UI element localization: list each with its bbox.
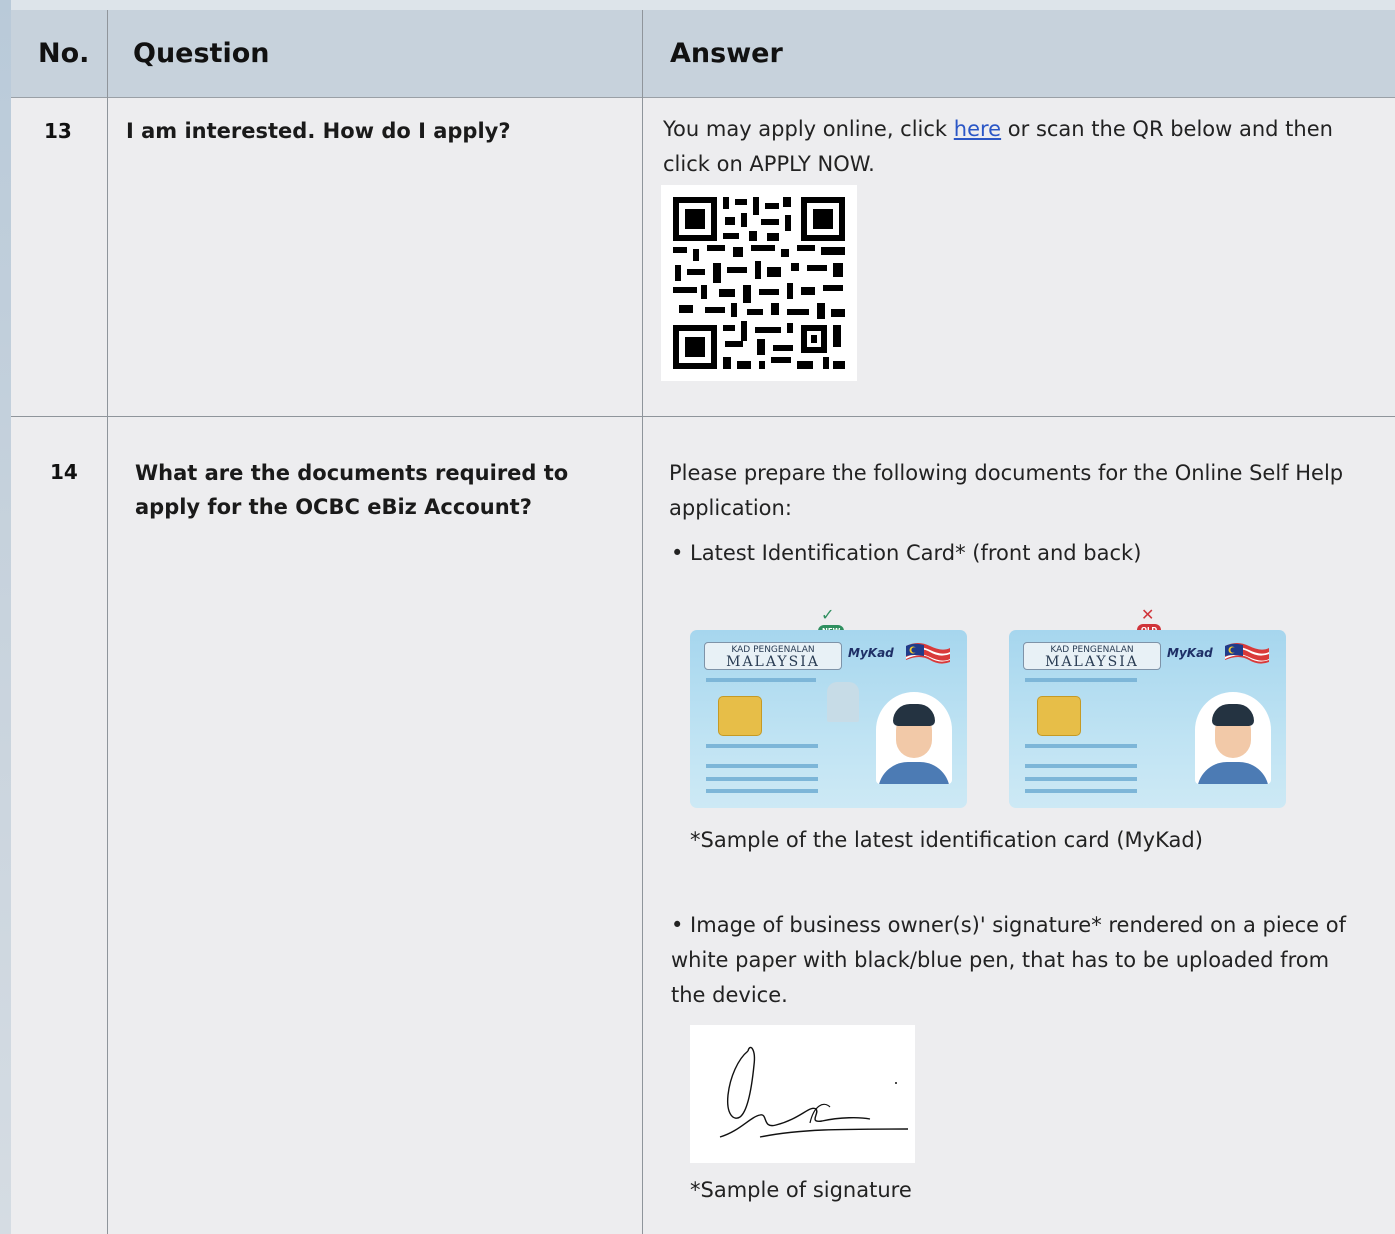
mykad-logo: MyKad [848, 646, 894, 660]
question-text: What are the documents required to apply… [135, 461, 569, 519]
mykad-logo: MyKad [1167, 646, 1213, 660]
card-line [1025, 789, 1137, 793]
bullet-signature: • Image of business owner(s)' signature*… [671, 913, 1346, 1007]
card-line [706, 744, 818, 748]
table-header: No. Question Answer [11, 10, 1395, 98]
cross-icon: ✕ [1141, 605, 1155, 624]
card-line [706, 764, 818, 768]
column-divider [642, 10, 643, 1234]
card-line [1025, 744, 1137, 748]
header-question: Question [133, 38, 270, 69]
column-divider [107, 10, 108, 1234]
card-photo [876, 692, 952, 784]
card-photo [1195, 692, 1271, 784]
ghost-photo [827, 682, 859, 722]
header-answer: Answer [670, 38, 783, 69]
card-line [1025, 777, 1137, 781]
row-divider [11, 416, 1395, 417]
question-text: I am interested. How do I apply? [126, 119, 511, 143]
malaysia-flag-icon [906, 643, 950, 664]
mykad-new-sample: KAD PENGENALAN MALAYSIA MyKad [690, 630, 967, 808]
card-caption: *Sample of the latest identification car… [690, 828, 1203, 852]
answer-intro: Please prepare the following documents f… [669, 461, 1344, 520]
faq-table: No. Question Answer 13 I am interested. … [11, 10, 1395, 1234]
row-number: 14 [50, 460, 78, 484]
card-line [706, 777, 818, 781]
apply-here-link[interactable]: here [954, 117, 1001, 141]
qr-code [661, 185, 857, 381]
card-chip [718, 696, 762, 736]
mykad-old-sample: KAD PENGENALAN MALAYSIA MyKad [1009, 630, 1286, 808]
kad-label-line2: MALAYSIA [726, 654, 820, 670]
card-chip [1037, 696, 1081, 736]
left-strip [0, 0, 11, 1234]
header-no: No. [38, 38, 90, 69]
check-icon: ✓ [821, 605, 835, 624]
answer-text: You may apply online, click here or scan… [663, 112, 1383, 182]
row-number: 13 [44, 119, 72, 143]
bullet-id-card: • Latest Identification Card* (front and… [671, 541, 1142, 565]
card-line [706, 678, 816, 682]
card-line [706, 789, 818, 793]
kad-label: KAD PENGENALAN MALAYSIA [704, 642, 842, 670]
kad-label-line2: MALAYSIA [1045, 654, 1139, 670]
card-line [1025, 678, 1137, 682]
answer-text-part: You may apply online, click [663, 117, 954, 141]
card-line [1025, 764, 1137, 768]
kad-label: KAD PENGENALAN MALAYSIA [1023, 642, 1161, 670]
top-strip [0, 0, 1395, 10]
malaysia-flag-icon [1225, 643, 1269, 664]
signature-caption: *Sample of signature [690, 1178, 912, 1202]
signature-sample [690, 1025, 915, 1163]
